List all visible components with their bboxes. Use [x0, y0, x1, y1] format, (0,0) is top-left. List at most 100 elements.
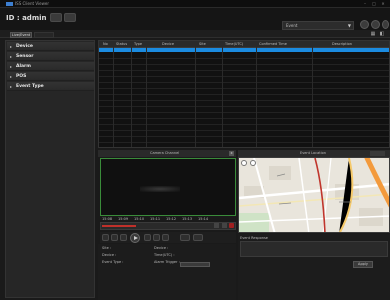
table-row[interactable]: [99, 94, 389, 95]
column-header-device[interactable]: Device: [162, 42, 174, 46]
timeline-zoom-out-button[interactable]: [214, 223, 219, 228]
column-header-confirmed-time[interactable]: Confirmed Time: [259, 42, 287, 46]
tab-bar: [0, 30, 390, 38]
column-divider: [195, 41, 196, 147]
timeline-label: 15:12: [166, 217, 177, 221]
playback-controls: [100, 232, 236, 243]
chevron-down-icon: ▼: [347, 23, 351, 28]
event-type-select[interactable]: [180, 262, 210, 267]
app-logo: [6, 2, 13, 6]
info-label-event-type: Event Type :: [102, 260, 124, 264]
app-title: ISS Client Viewer: [15, 1, 49, 6]
recording-segment[interactable]: [102, 225, 136, 227]
timeline-label: 15:11: [150, 217, 161, 221]
timeline-zoom-in-button[interactable]: [222, 223, 227, 228]
step-forward-button[interactable]: [144, 234, 151, 241]
video-title: Camera Channel: [150, 151, 180, 155]
map-zoom-out-icon[interactable]: [250, 160, 256, 166]
column-divider: [312, 41, 313, 147]
minimize-button[interactable]: –: [362, 1, 368, 6]
table-row[interactable]: [99, 124, 389, 125]
record-button[interactable]: [229, 223, 234, 228]
expand-arrow-icon: ▸: [10, 44, 13, 49]
column-divider: [113, 41, 114, 147]
column-header-type[interactable]: Type: [134, 42, 142, 46]
table-row[interactable]: [99, 136, 389, 137]
gear-icon[interactable]: [371, 20, 380, 29]
account-settings-button[interactable]: [50, 13, 62, 22]
site-select[interactable]: Event ▼: [282, 21, 354, 30]
table-row[interactable]: [99, 76, 389, 77]
apply-button[interactable]: Apply: [353, 261, 373, 268]
table-row[interactable]: [99, 82, 389, 83]
maximize-button[interactable]: □: [371, 1, 377, 6]
device-tree-panel: ▸ Device ▸ Sensor ▸ Alarm ▸ POS ▸ Event …: [5, 40, 95, 298]
rewind-button[interactable]: [111, 234, 118, 241]
column-header-time-utc[interactable]: Time(UTC): [225, 42, 243, 46]
expand-arrow-icon: ▸: [10, 64, 13, 69]
table-row-selected[interactable]: [99, 48, 389, 52]
site-select-value: Event: [286, 23, 298, 28]
close-button[interactable]: ✕: [380, 1, 386, 6]
table-row[interactable]: [99, 88, 389, 89]
timeline-label: 15:10: [134, 217, 145, 221]
column-divider: [146, 41, 147, 147]
table-row[interactable]: [99, 64, 389, 65]
fast-forward-button[interactable]: [153, 234, 160, 241]
timeline-label: 15:14: [198, 217, 209, 221]
tab-live-event[interactable]: Live/Event: [10, 32, 32, 38]
logout-button[interactable]: [64, 13, 76, 22]
tree-item-label: Event Type: [16, 83, 44, 89]
map-graphic: [239, 158, 389, 232]
tree-item-alarm[interactable]: ▸ Alarm: [7, 62, 94, 71]
info-label-alarm-trigger: Alarm Trigger :: [154, 260, 180, 264]
speed-button[interactable]: [180, 234, 190, 241]
table-row[interactable]: [99, 100, 389, 101]
skip-forward-button[interactable]: [162, 234, 169, 241]
close-icon[interactable]: x: [229, 151, 234, 156]
table-row[interactable]: [99, 130, 389, 131]
column-header-no[interactable]: No: [103, 42, 108, 46]
tree-item-sensor[interactable]: ▸ Sensor: [7, 52, 94, 61]
column-header-status[interactable]: Status: [116, 42, 127, 46]
event-table-header: No Status Type Device Site Time(UTC) Con…: [99, 41, 389, 48]
grid-icon[interactable]: ▦: [370, 31, 376, 37]
tree-item-event-type[interactable]: ▸ Event Type: [7, 82, 94, 91]
title-bar: [0, 0, 390, 8]
table-row[interactable]: [99, 118, 389, 119]
user-id-label: ID : admin: [6, 14, 47, 22]
info-label-time: Time(UTC) :: [154, 253, 175, 257]
tree-item-label: Alarm: [16, 63, 31, 69]
map-view[interactable]: [238, 157, 390, 233]
info-label-site: Site :: [102, 246, 112, 250]
column-header-site[interactable]: Site: [199, 42, 206, 46]
table-row[interactable]: [99, 106, 389, 107]
skip-back-button[interactable]: [102, 234, 109, 241]
tree-item-pos[interactable]: ▸ POS: [7, 72, 94, 81]
timeline-label: 15:09: [118, 217, 129, 221]
expand-arrow-icon: ▸: [10, 74, 13, 79]
event-response-label: Event Response: [240, 236, 268, 240]
tab-secondary[interactable]: [34, 32, 54, 38]
table-row[interactable]: [99, 70, 389, 71]
tree-item-device[interactable]: ▸ Device: [7, 42, 94, 51]
expand-arrow-icon: ▸: [10, 54, 13, 59]
column-divider: [131, 41, 132, 147]
map-header-control[interactable]: [370, 151, 385, 156]
table-row[interactable]: [99, 112, 389, 113]
column-divider: [222, 41, 223, 147]
snapshot-button[interactable]: [193, 234, 203, 241]
play-button[interactable]: [130, 233, 140, 243]
refresh-icon[interactable]: [360, 20, 369, 29]
event-info-panel: Site : Device : Event Type : Device : Ti…: [98, 244, 236, 300]
layout-icon[interactable]: ◧: [379, 31, 385, 37]
step-back-button[interactable]: [120, 234, 127, 241]
event-response-textarea[interactable]: [240, 241, 388, 257]
expand-arrow-icon: ▸: [10, 84, 13, 89]
table-row[interactable]: [99, 142, 389, 143]
table-row[interactable]: [99, 58, 389, 59]
help-icon[interactable]: [382, 20, 389, 29]
column-header-description[interactable]: Description: [332, 42, 352, 46]
map-zoom-in-icon[interactable]: [241, 160, 247, 166]
info-label-device-2: Device :: [154, 246, 169, 250]
